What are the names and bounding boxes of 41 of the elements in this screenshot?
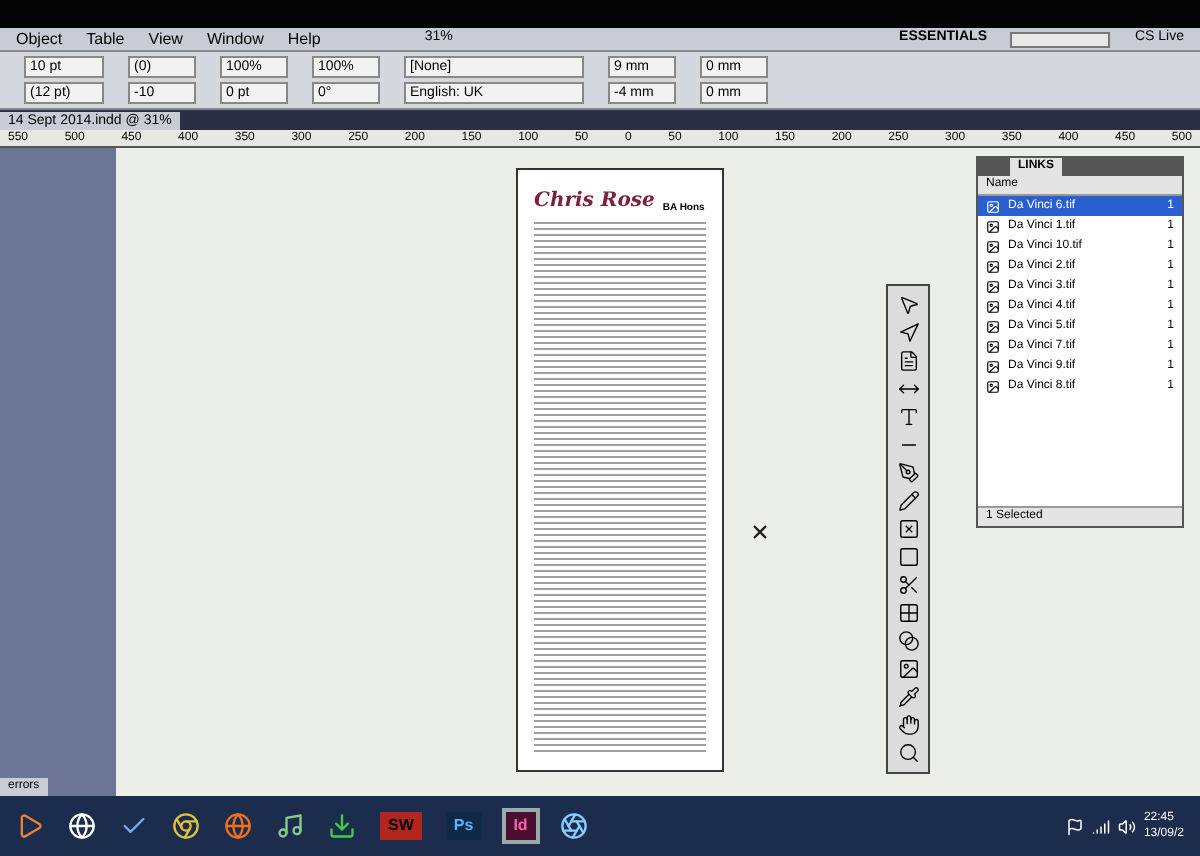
cursor-icon: [752, 524, 768, 540]
volume-icon[interactable]: [1117, 817, 1136, 835]
taskbar-app[interactable]: Id: [505, 812, 536, 840]
menu-item[interactable]: View: [148, 27, 183, 51]
music-icon[interactable]: [276, 812, 304, 840]
thumbnail-icon: [986, 259, 1000, 273]
page-icon[interactable]: [897, 350, 919, 372]
thumbnail-icon: [986, 279, 1000, 293]
taskbar-app[interactable]: Ps: [445, 812, 482, 840]
signal-icon[interactable]: [1091, 817, 1110, 835]
pointer-icon[interactable]: [897, 294, 919, 316]
thumbnail-icon: [986, 379, 1000, 393]
grid-icon[interactable]: [897, 602, 919, 624]
thumbnail-icon: [986, 239, 1000, 253]
scissors-icon[interactable]: [897, 574, 919, 596]
thumbnail-icon: [986, 359, 1000, 373]
download-icon[interactable]: [328, 812, 356, 840]
thumbnail-icon: [986, 339, 1000, 353]
menu-item[interactable]: Table: [86, 27, 125, 51]
text-frame-icon[interactable]: [897, 406, 919, 428]
start-icon[interactable]: [16, 812, 44, 840]
hand-icon[interactable]: [897, 714, 919, 736]
menu-item[interactable]: Help: [287, 27, 321, 51]
rectangle-icon[interactable]: [897, 546, 919, 568]
document-title: Chris Rose: [534, 188, 655, 216]
pencil-icon[interactable]: [897, 490, 919, 512]
aperture-icon[interactable]: [559, 812, 588, 840]
thumbnail-icon: [986, 319, 1000, 333]
thumbnail-icon: [986, 219, 1000, 233]
eyedropper-icon[interactable]: [897, 686, 919, 708]
thumbnail-icon: [986, 299, 1000, 313]
globe-icon[interactable]: [224, 812, 252, 840]
frame-icon[interactable]: [897, 518, 919, 540]
flag-icon[interactable]: [1065, 817, 1084, 835]
picture-icon[interactable]: [897, 658, 919, 680]
menu-item[interactable]: Window: [206, 27, 264, 51]
pen-icon[interactable]: [897, 462, 919, 484]
menu-item[interactable]: Object: [16, 27, 63, 51]
browser-icon[interactable]: [172, 812, 200, 840]
search-icon[interactable]: [897, 742, 919, 764]
search-field[interactable]: [1010, 31, 1111, 47]
